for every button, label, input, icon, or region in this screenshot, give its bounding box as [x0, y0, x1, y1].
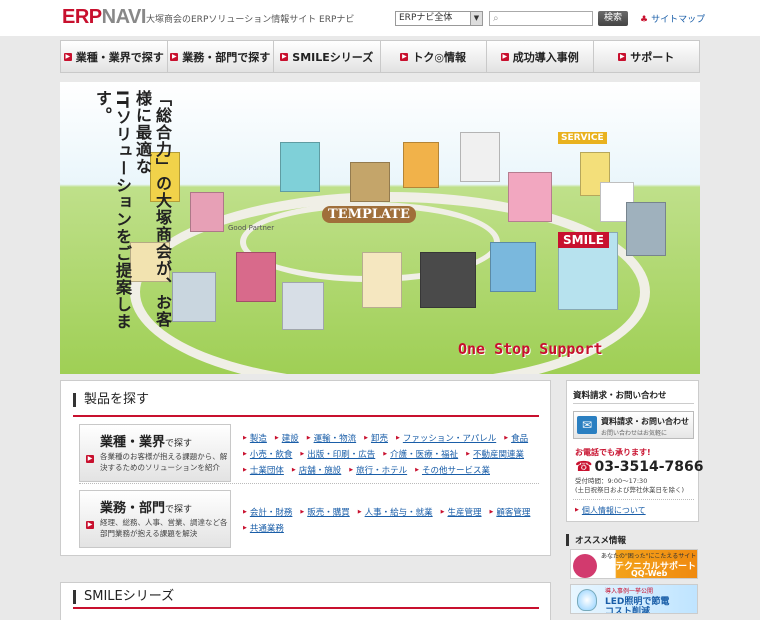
search-button[interactable]: 検索 [598, 11, 628, 26]
light-bulb-icon [577, 589, 597, 611]
hero-headline: 「総合力」の大塚商会が、お客様に最適な ITソリューションをご提案します。 [93, 90, 172, 330]
department-title: 業務・部門で探す [100, 501, 193, 516]
search-input[interactable]: ⌕ [489, 11, 593, 26]
phone-label: お電話でも承ります! [575, 448, 651, 457]
hero-building [236, 252, 276, 302]
arrow-right-icon: ▶ [86, 521, 94, 529]
link-industry[interactable]: 建設 [275, 431, 299, 447]
support-lady-icon [573, 554, 597, 578]
arrow-right-icon: ▶ [280, 52, 289, 61]
phone-number: ☎ 03-3514-7866 [575, 459, 704, 475]
chevron-down-icon: ▼ [470, 12, 482, 25]
link-industry[interactable]: 旅行・ホテル [349, 463, 407, 479]
smile-series-section: SMILEシリーズ [60, 582, 551, 620]
products-section: 製品を探す 業種・業界で探す ▶ 各業種のお客様が抱える課題から、解決するための… [60, 380, 551, 556]
sitemap-link[interactable]: ♣ サイトマップ [640, 12, 705, 25]
hero-building [490, 242, 536, 292]
department-desc: 経理、総務、人事、営業、調達など各部門業務が抱える課題を解決 [100, 518, 228, 538]
nav-deals[interactable]: ▶ トク◎情報 [379, 40, 486, 73]
link-department[interactable]: 会計・財務 [243, 505, 293, 521]
business-hours: 受付時間：9:00～17:30 (土日祝祭日および弊社休業日を除く) [575, 477, 685, 494]
contact-box: 資料請求・お問い合わせ ✉ 資料請求・お問い合わせ お問い合わせはお気軽に お電… [566, 380, 704, 522]
industry-title: 業種・業界で探す [100, 435, 193, 450]
link-industry[interactable]: 士業団体 [243, 463, 284, 479]
link-department[interactable]: 生産管理 [441, 505, 481, 521]
site-header: ERPNAVI 大塚商会のERPソリューション情報サイト ERPナビ ERPナビ… [0, 0, 760, 36]
industry-desc: 各業種のお客様が抱える課題から、解決するためのソリューションを紹介 [100, 452, 228, 472]
link-industry[interactable]: ファッション・アパレル [396, 431, 496, 447]
link-industry[interactable]: 介護・医療・福祉 [383, 447, 458, 463]
category-divider [79, 483, 539, 484]
sitemap-icon: ♣ [640, 15, 649, 25]
nav-smile[interactable]: ▶ SMILEシリーズ [273, 40, 380, 73]
link-department[interactable]: 人事・給与・就業 [358, 505, 433, 521]
hero-building [172, 272, 216, 322]
phone-icon: ☎ [575, 459, 593, 475]
hero-building [350, 162, 390, 202]
hero-building [420, 252, 476, 308]
led-banner[interactable]: 導入事例一挙公開 LED照明で節電 コスト削減 [570, 584, 698, 614]
hero-building [280, 142, 320, 192]
nav-case-studies[interactable]: ▶ 成功導入事例 [486, 40, 593, 73]
site-scope-select[interactable]: ERPナビ全体 ▼ [395, 11, 483, 26]
section-divider [73, 607, 539, 609]
link-industry[interactable]: その他サービス業 [415, 463, 490, 479]
hero-smile-label: SMILE [558, 232, 609, 248]
nav-support[interactable]: ▶ サポート [592, 40, 700, 73]
contact-divider [573, 403, 694, 404]
recommend-title: オススメ情報 [566, 534, 699, 546]
hero-building [508, 172, 552, 222]
department-links: 会計・財務販売・購買人事・給与・就業生産管理顧客管理共通業務 [243, 505, 543, 537]
nav-industry[interactable]: ▶ 業種・業界で探す [60, 40, 167, 73]
hero-building [626, 202, 666, 256]
global-nav: ▶ 業種・業界で探す ▶ 業務・部門で探す ▶ SMILEシリーズ ▶ トク◎情報 ▶ 成… [60, 40, 700, 73]
arrow-right-icon: ▶ [500, 52, 509, 61]
hero-service-label: SERVICE [558, 132, 607, 144]
link-industry[interactable]: 製造 [243, 431, 267, 447]
hero-building [190, 192, 224, 232]
arrow-right-icon: ▶ [400, 52, 409, 61]
link-industry[interactable]: 店舗・施設 [292, 463, 342, 479]
section-title: SMILEシリーズ [73, 590, 174, 604]
link-industry[interactable]: 卸売 [364, 431, 388, 447]
industry-links: 製造建設運輸・物流卸売ファッション・アパレル食品小売・飲食出版・印刷・広告介護・… [243, 431, 543, 479]
section-title: 製品を探す [73, 393, 149, 407]
link-department[interactable]: 顧客管理 [490, 505, 530, 521]
hero-building [403, 142, 439, 188]
industry-category-box[interactable]: 業種・業界で探す ▶ 各業種のお客様が抱える課題から、解決するためのソリューショ… [79, 424, 231, 482]
link-department[interactable]: 販売・購買 [300, 505, 350, 521]
arrow-right-icon: ▶ [170, 52, 179, 61]
qq-web-banner[interactable]: あなたの"困った"にこたえるサイト テクニカルサポート QQ-Web [570, 549, 698, 579]
arrow-right-icon: ▶ [618, 52, 627, 61]
contact-request-button[interactable]: ✉ 資料請求・お問い合わせ お問い合わせはお気軽に [573, 411, 694, 439]
hero-banner[interactable]: 「総合力」の大塚商会が、お客様に最適な ITソリューションをご提案します。 TE… [60, 82, 700, 374]
nav-department[interactable]: ▶ 業務・部門で探す [166, 40, 273, 73]
search-icon: ⌕ [493, 13, 499, 24]
arrow-right-icon: ▶ [63, 52, 72, 61]
hero-building [282, 282, 324, 330]
hero-one-stop-support: One Stop Support [458, 340, 603, 358]
contact-title: 資料請求・お問い合わせ [573, 391, 667, 401]
erpnavi-logo[interactable]: ERPNAVI [62, 6, 146, 29]
arrow-right-icon: ▶ [86, 455, 94, 463]
link-industry[interactable]: 不動産関連業 [466, 447, 524, 463]
link-industry[interactable]: 小売・飲食 [243, 447, 293, 463]
hero-template-label: TEMPLATE [322, 206, 416, 223]
link-industry[interactable]: 食品 [504, 431, 528, 447]
link-industry[interactable]: 出版・印刷・広告 [300, 447, 375, 463]
department-category-box[interactable]: 業務・部門で探す ▶ 経理、総務、人事、営業、調達など各部門業務が抱える課題を解… [79, 490, 231, 548]
contact-divider [573, 499, 694, 500]
envelope-icon: ✉ [577, 416, 597, 434]
site-tagline: 大塚商会のERPソリューション情報サイト ERPナビ [146, 15, 355, 25]
link-department[interactable]: 共通業務 [243, 521, 284, 537]
hero-good-partner: Good Partner [228, 224, 275, 232]
link-industry[interactable]: 運輸・物流 [307, 431, 357, 447]
section-divider [73, 415, 539, 417]
hero-building [362, 252, 402, 308]
privacy-link[interactable]: 個人情報について [575, 505, 646, 516]
hero-building [460, 132, 500, 182]
